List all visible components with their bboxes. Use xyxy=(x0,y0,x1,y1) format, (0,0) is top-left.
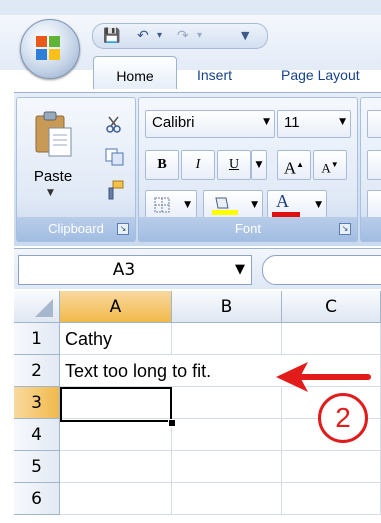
save-icon[interactable]: 💾 xyxy=(103,26,120,46)
underline-button[interactable]: U xyxy=(217,150,251,180)
name-box-dropdown-icon[interactable]: ▼ xyxy=(235,256,245,284)
cell-b5[interactable] xyxy=(172,451,282,483)
select-all-icon xyxy=(35,299,53,317)
align-top-button[interactable] xyxy=(367,110,381,138)
font-name-dropdown-icon[interactable]: ▼ xyxy=(263,117,270,127)
font-size-select[interactable]: 11 ▼ xyxy=(277,110,351,138)
redo-icon[interactable]: ↷ xyxy=(177,26,189,46)
paste-icon xyxy=(35,111,72,157)
grow-font-label: A xyxy=(283,158,297,178)
ribbon: Paste ▼ Clipboard ↘ Calibri ▼ 11 ▼ B I U… xyxy=(14,92,381,246)
font-color-label: A xyxy=(276,191,289,211)
column-header-b[interactable]: B xyxy=(172,291,282,323)
copy-icon[interactable] xyxy=(105,148,125,166)
cell-c2[interactable] xyxy=(282,355,381,387)
borders-dropdown-icon[interactable]: ▼ xyxy=(184,200,191,210)
fill-color-icon xyxy=(212,197,238,215)
cell-c6[interactable] xyxy=(282,483,381,515)
font-group: Calibri ▼ 11 ▼ B I U ▼ A▲ A▼ ▼ ▼ A ▼ Fon… xyxy=(138,97,358,242)
undo-dropdown-icon[interactable]: ▾ xyxy=(157,26,162,46)
fill-color-dropdown-icon[interactable]: ▼ xyxy=(251,200,258,210)
undo-icon[interactable]: ↶ xyxy=(137,26,149,46)
fill-color-button[interactable]: ▼ xyxy=(203,190,263,220)
quick-access-toolbar: 💾 ↶ ▾ ↷ ▾ ▼ xyxy=(92,23,268,49)
cell-a5[interactable] xyxy=(60,451,172,483)
cell-c5[interactable] xyxy=(282,451,381,483)
fill-handle[interactable] xyxy=(168,419,176,427)
shrink-font-label: A xyxy=(321,160,331,176)
font-color-dropdown-icon[interactable]: ▼ xyxy=(315,200,322,210)
select-all-button[interactable] xyxy=(14,291,60,323)
redo-dropdown-icon[interactable]: ▾ xyxy=(197,26,202,46)
shrink-arrow-icon: ▼ xyxy=(330,160,339,169)
font-size-value: 11 xyxy=(284,114,300,131)
borders-icon xyxy=(154,197,170,213)
paste-dropdown-icon[interactable]: ▼ xyxy=(47,188,54,198)
row-header-5[interactable]: 5 xyxy=(14,451,60,483)
font-name-value: Calibri xyxy=(152,114,195,131)
grow-font-button[interactable]: A▲ xyxy=(277,150,311,180)
font-size-dropdown-icon[interactable]: ▼ xyxy=(339,117,346,127)
tab-page-layout[interactable]: Page Layout xyxy=(281,62,360,88)
row-header-2[interactable]: 2 xyxy=(14,355,60,387)
row-header-1[interactable]: 1 xyxy=(14,323,60,355)
font-group-label: Font xyxy=(139,217,357,241)
cut-icon[interactable] xyxy=(105,116,123,134)
formula-input[interactable] xyxy=(262,255,381,285)
shrink-font-button[interactable]: A▼ xyxy=(313,150,347,180)
formula-bar: A3 ▼ xyxy=(14,248,381,289)
cell-a4[interactable] xyxy=(60,419,172,451)
alignment-group-label xyxy=(361,217,381,241)
name-box-value: A3 xyxy=(112,260,136,280)
row-header-3[interactable]: 3 xyxy=(14,387,60,419)
clipboard-group: Paste ▼ Clipboard ↘ xyxy=(16,97,136,242)
cell-a1[interactable]: Cathy xyxy=(60,323,172,355)
cell-b4[interactable] xyxy=(172,419,282,451)
bold-button[interactable]: B xyxy=(145,150,179,180)
row-header-4[interactable]: 4 xyxy=(14,419,60,451)
borders-button[interactable]: ▼ xyxy=(145,190,197,220)
font-launcher-icon[interactable]: ↘ xyxy=(339,223,351,235)
cell-b6[interactable] xyxy=(172,483,282,515)
underline-dropdown-icon[interactable]: ▼ xyxy=(251,150,267,180)
font-color-button[interactable]: A ▼ xyxy=(267,190,327,220)
active-cell-border xyxy=(60,387,172,422)
tab-insert[interactable]: Insert xyxy=(197,62,232,88)
office-button[interactable] xyxy=(20,19,80,79)
cell-a2[interactable]: Text too long to fit. xyxy=(60,355,211,387)
align-left-button[interactable] xyxy=(367,150,381,180)
tab-home[interactable]: Home xyxy=(93,56,177,89)
clipboard-launcher-icon[interactable]: ↘ xyxy=(117,223,129,235)
column-header-c[interactable]: C xyxy=(282,291,381,323)
italic-button[interactable]: I xyxy=(181,150,215,180)
cell-a6[interactable] xyxy=(60,483,172,515)
column-header-a[interactable]: A xyxy=(60,291,172,323)
cell-b3[interactable] xyxy=(172,387,282,419)
cell-c1[interactable] xyxy=(282,323,381,355)
cell-b1[interactable] xyxy=(172,323,282,355)
grow-arrow-icon: ▲ xyxy=(296,160,305,169)
ribbon-tabs: Home Insert Page Layout xyxy=(85,56,381,89)
alignment-group-partial xyxy=(360,97,381,242)
name-box[interactable]: A3 ▼ xyxy=(18,255,252,285)
font-name-select[interactable]: Calibri ▼ xyxy=(145,110,275,138)
excel-window: 💾 ↶ ▾ ↷ ▾ ▼ Home Insert Page Layout Past… xyxy=(0,0,381,523)
annotation-callout: 2 xyxy=(318,393,368,443)
customize-qat-icon[interactable]: ▼ xyxy=(241,26,249,46)
row-header-6[interactable]: 6 xyxy=(14,483,60,515)
office-logo-icon xyxy=(36,36,60,60)
paste-label[interactable]: Paste xyxy=(25,168,81,185)
indent-button[interactable] xyxy=(367,190,381,220)
format-painter-icon[interactable] xyxy=(105,180,125,200)
